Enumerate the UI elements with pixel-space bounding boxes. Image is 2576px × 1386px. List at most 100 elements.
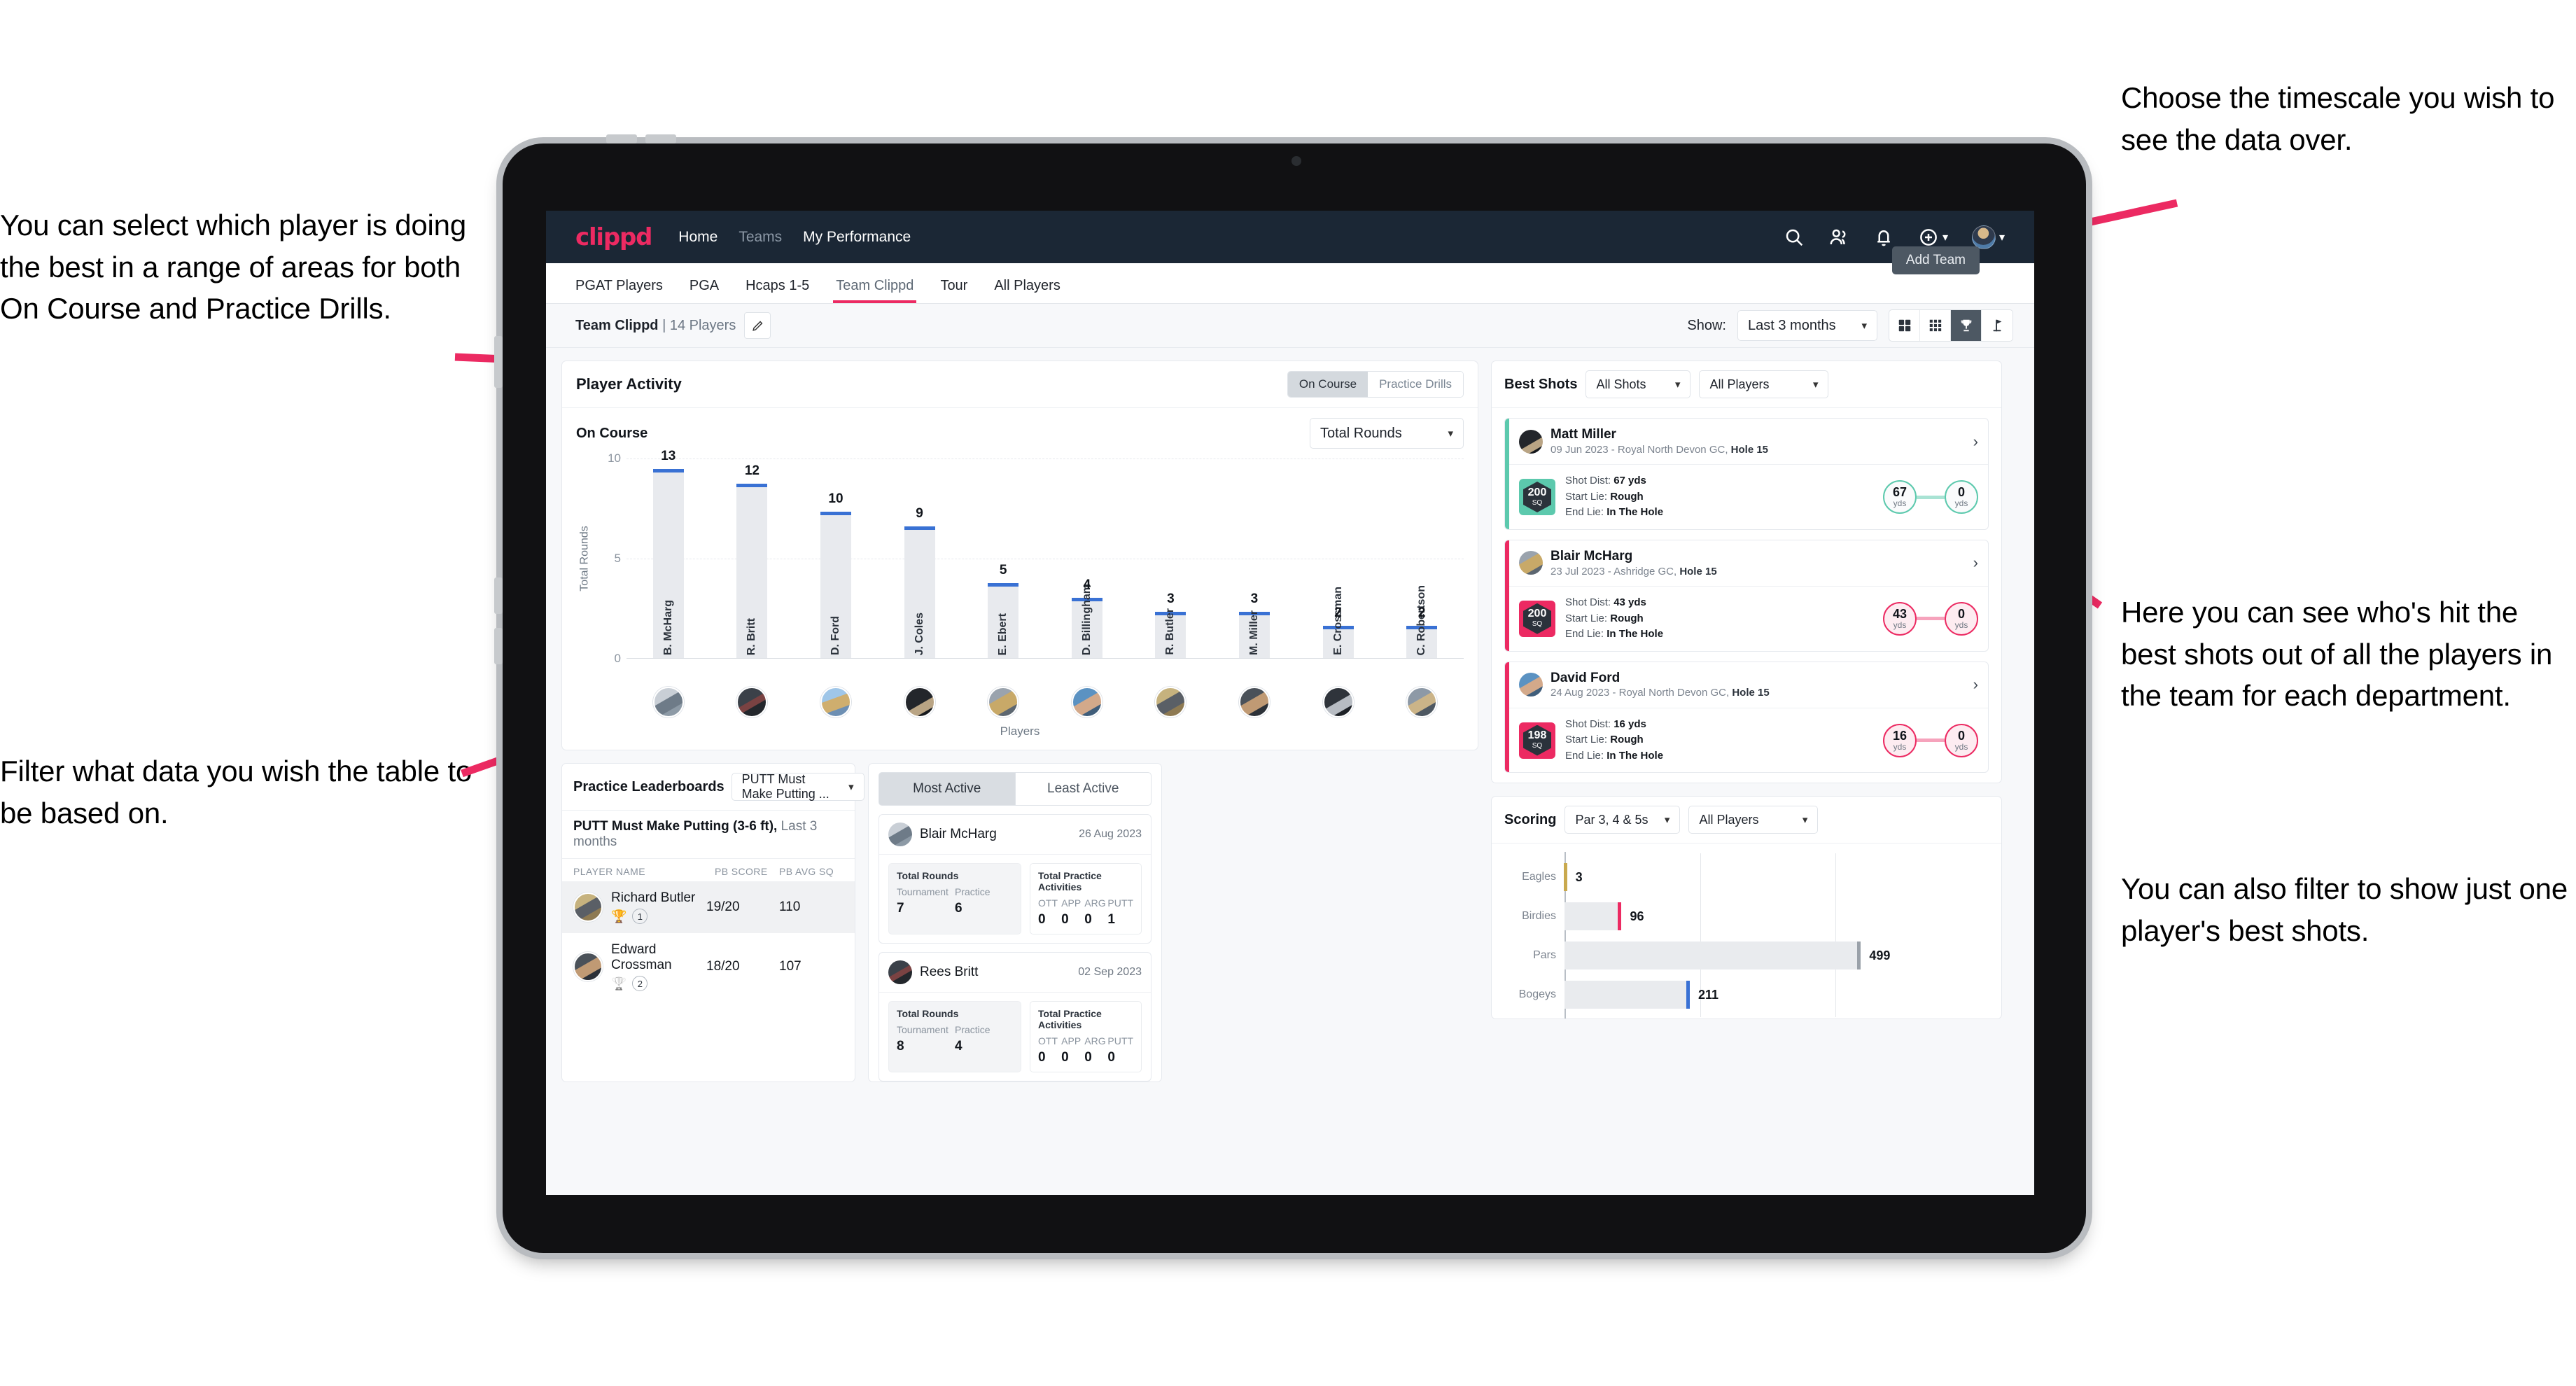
bar-group[interactable]: M. Miller 3 xyxy=(1212,458,1296,658)
leaderboard-row[interactable]: Richard Butler 🏆 1 19/20 110 xyxy=(562,881,855,933)
chart-y-axis-title: Total Rounds xyxy=(578,526,591,592)
player-avatar[interactable] xyxy=(820,687,851,718)
bar-group[interactable]: R. Britt 12 xyxy=(710,458,794,658)
chevron-down-icon-account[interactable]: ▾ xyxy=(1999,230,2005,244)
best-shot-card[interactable]: Blair McHarg 23 Jul 2023 - Ashridge GC, H… xyxy=(1504,539,1989,652)
end-lie-label: End Lie: xyxy=(1565,749,1604,762)
bar-group[interactable]: D. Ford 10 xyxy=(794,458,878,658)
scoring-row[interactable]: Eagles 3 xyxy=(1504,858,1989,897)
tab-pga[interactable]: PGA xyxy=(690,278,719,303)
player-avatar[interactable] xyxy=(904,687,935,718)
player-avatar[interactable] xyxy=(652,687,684,718)
practice-metric: PUTT 1 xyxy=(1107,897,1133,927)
tab-least-active[interactable]: Least Active xyxy=(1014,772,1152,806)
shot-dist-label: Shot Dist: xyxy=(1565,475,1611,487)
player-avatar[interactable] xyxy=(1071,687,1102,718)
activity-player-card[interactable]: Blair McHarg 26 Aug 2023 Total Rounds Tourn… xyxy=(878,814,1152,944)
plus-circle-icon[interactable] xyxy=(1918,227,1939,248)
grid-small-icon[interactable] xyxy=(1920,310,1951,341)
col-player-name: PLAYER NAME xyxy=(573,866,645,877)
bar-group[interactable]: J. Coles 9 xyxy=(878,458,962,658)
toggle-on-course[interactable]: On Course xyxy=(1287,372,1368,397)
metric-select[interactable]: Total Rounds ▾ xyxy=(1310,418,1464,449)
bar-value-label: 5 xyxy=(999,563,1007,578)
scoring-row[interactable]: Pars 499 xyxy=(1504,936,1989,975)
avatar[interactable] xyxy=(1971,225,1996,249)
bar-group[interactable]: B. McHarg 13 xyxy=(626,449,710,658)
chevron-right-icon[interactable]: › xyxy=(1973,433,1978,451)
player-avatar[interactable] xyxy=(888,822,912,846)
scoring-row[interactable]: Birdies 96 xyxy=(1504,897,1989,936)
bar-group[interactable]: C. Robertson 2 xyxy=(1380,458,1464,658)
par-filter-select[interactable]: Par 3, 4 & 5s ▾ xyxy=(1564,806,1681,834)
best-shot-card[interactable]: Matt Miller 09 Jun 2023 - Royal North Dev… xyxy=(1504,418,1989,530)
best-shot-body: 200 SQ Shot Dist: 67 yds Start Lie: Rough En… xyxy=(1505,465,1988,529)
best-shot-card[interactable]: David Ford 24 Aug 2023 - Royal North Devo… xyxy=(1504,661,1989,774)
player-avatar[interactable] xyxy=(1238,687,1270,718)
timescale-select[interactable]: Last 3 months ▾ xyxy=(1737,310,1877,341)
search-icon[interactable] xyxy=(1784,227,1805,248)
drill-select[interactable]: PUTT Must Make Putting ... ▾ xyxy=(731,772,864,801)
best-shot-course: Royal North Devon GC, xyxy=(1617,443,1728,456)
scoring-card: Scoring Par 3, 4 & 5s ▾ All Players ▾ Ea… xyxy=(1491,796,2002,1020)
player-avatar[interactable] xyxy=(1519,551,1543,575)
toggle-practice-drills[interactable]: Practice Drills xyxy=(1368,372,1463,397)
bar-group[interactable]: E. Ebert 5 xyxy=(961,458,1045,658)
tab-tour[interactable]: Tour xyxy=(940,278,967,303)
nav-link-home[interactable]: Home xyxy=(678,229,718,246)
grid-large-icon[interactable] xyxy=(1889,310,1920,341)
trophy-icon: 🏆 xyxy=(611,909,627,923)
bar-value-label: 2 xyxy=(1418,606,1426,621)
player-avatar[interactable] xyxy=(1406,687,1438,718)
chevron-right-icon[interactable]: › xyxy=(1973,554,1978,572)
tab-pgat-players[interactable]: PGAT Players xyxy=(575,278,663,303)
chevron-right-icon[interactable]: › xyxy=(1973,676,1978,694)
leaderboard-player-name: Edward Crossman xyxy=(611,942,672,972)
bell-icon[interactable] xyxy=(1873,227,1894,248)
people-icon[interactable] xyxy=(1828,227,1849,248)
shot-dist-value: 67 yds xyxy=(1614,475,1646,487)
tab-all-players[interactable]: All Players xyxy=(994,278,1060,303)
activity-player-card[interactable]: Rees Britt 02 Sep 2023 Total Rounds Tournam… xyxy=(878,952,1152,1082)
col-pb-avg-sq: PB AVG SQ xyxy=(779,866,834,877)
player-avatar[interactable] xyxy=(573,892,603,922)
chart-avatar-cell xyxy=(1380,687,1464,718)
scoring-row[interactable]: Bogeys 211 xyxy=(1504,975,1989,1014)
shot-dist-label: Shot Dist: xyxy=(1565,596,1611,608)
shots-filter-select[interactable]: All Shots ▾ xyxy=(1586,370,1691,398)
player-avatar[interactable] xyxy=(1519,429,1543,454)
tab-most-active[interactable]: Most Active xyxy=(878,772,1015,806)
scoring-players-select[interactable]: All Players ▾ xyxy=(1688,806,1819,834)
leaderboard-row[interactable]: Edward Crossman 🏆 2 18/20 107 xyxy=(562,933,855,1000)
tab-hcaps-1-5[interactable]: Hcaps 1-5 xyxy=(746,278,809,303)
bar-group[interactable]: R. Butler 3 xyxy=(1129,458,1213,658)
nav-link-my-performance[interactable]: My Performance xyxy=(803,229,911,246)
scoring-bar xyxy=(1564,941,1861,970)
player-avatar[interactable] xyxy=(888,960,912,984)
best-shot-hole: Hole 15 xyxy=(1732,687,1770,699)
nav-link-teams[interactable]: Teams xyxy=(738,229,782,246)
rank-badge: 1 xyxy=(632,909,648,924)
trophy-icon[interactable] xyxy=(1951,310,1982,341)
player-avatar[interactable] xyxy=(1155,687,1186,718)
player-avatar[interactable] xyxy=(736,687,768,718)
bottom-row: Practice Leaderboards PUTT Must Make Put… xyxy=(561,763,1478,1082)
player-avatar[interactable] xyxy=(573,952,603,981)
flag-icon[interactable] xyxy=(1982,310,2012,341)
dumbbell-end: 0 yds xyxy=(1945,601,1978,636)
edit-team-button[interactable] xyxy=(744,312,771,339)
bar-group[interactable]: D. Billingham 4 xyxy=(1045,458,1129,658)
best-shot-player-name: Blair McHarg xyxy=(1550,548,1633,564)
drill-title: PUTT Must Make Putting (3-6 ft), xyxy=(573,819,778,834)
player-avatar[interactable] xyxy=(988,687,1019,718)
players-filter-select[interactable]: All Players ▾ xyxy=(1699,370,1829,398)
tab-team-clippd[interactable]: Team Clippd xyxy=(833,278,917,303)
team-name: Team Clippd xyxy=(575,317,659,333)
clippd-logo[interactable]: clippd xyxy=(575,223,652,251)
player-avatar[interactable] xyxy=(1322,687,1354,718)
best-shot-meta: 24 Aug 2023 - Royal North Devon GC, Hole… xyxy=(1550,687,1770,699)
player-avatar[interactable] xyxy=(1519,673,1543,697)
bar-group[interactable]: E. Crossman 2 xyxy=(1296,458,1380,658)
chevron-down-icon-add[interactable]: ▾ xyxy=(1942,230,1948,244)
device-button-side-1 xyxy=(494,336,503,388)
